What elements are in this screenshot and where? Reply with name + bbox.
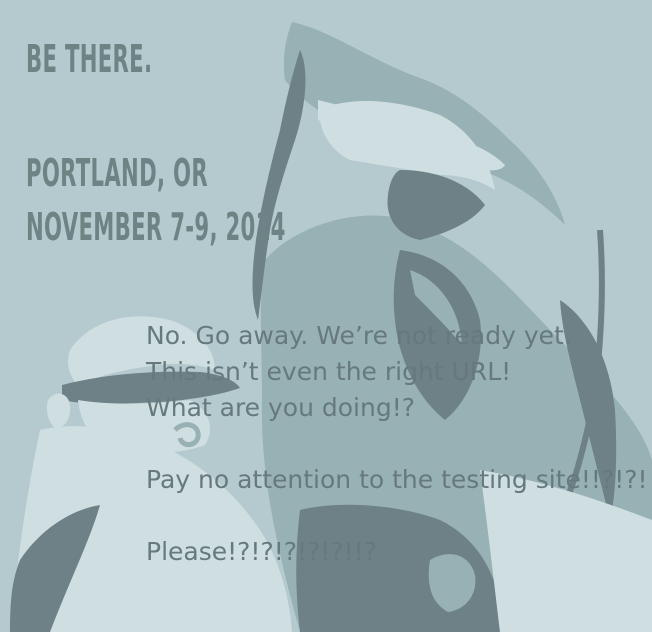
message-spacer bbox=[146, 498, 648, 534]
splash-page: Be There. Portland, Or November 7-9, 201… bbox=[0, 0, 652, 632]
right-figure-shadow bbox=[387, 170, 485, 240]
event-info: Be There. Portland, Or November 7-9, 201… bbox=[26, 40, 286, 246]
message-line-2: This isn’t even the right URL! bbox=[146, 357, 512, 386]
left-figure-hair bbox=[46, 393, 71, 429]
tagline: Be There. bbox=[26, 37, 153, 81]
message-line-5: Please!?!?!?!?!?!!? bbox=[146, 537, 377, 566]
event-location: Portland, Or bbox=[26, 151, 209, 195]
message-line-3: What are you doing!? bbox=[146, 393, 416, 422]
message-spacer bbox=[146, 426, 648, 462]
message-line-1: No. Go away. We’re not ready yet. bbox=[146, 321, 572, 350]
placeholder-message: No. Go away. We’re not ready yet. This i… bbox=[146, 318, 648, 570]
message-line-4: Pay no attention to the testing site!!?!… bbox=[146, 465, 648, 494]
event-dates: November 7-9, 2014 bbox=[26, 205, 286, 249]
